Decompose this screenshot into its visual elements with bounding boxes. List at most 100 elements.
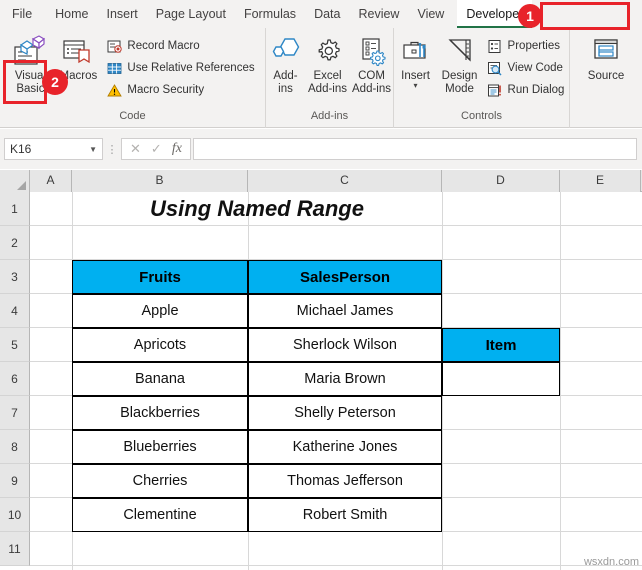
table-row[interactable]: Sherlock Wilson [248,328,442,362]
name-box[interactable]: K16 ▼ [4,138,103,160]
record-macro-icon [106,38,122,54]
select-all-corner[interactable] [0,170,30,192]
macro-security-button[interactable]: Macro Security [102,79,258,101]
cancel-icon[interactable]: ✕ [130,141,141,157]
view-code-icon [487,60,503,76]
warning-triangle-icon [106,82,122,98]
insert-function-icon[interactable]: fx [172,141,182,157]
table-row[interactable]: Michael James [248,294,442,328]
table-row[interactable]: Maria Brown [248,362,442,396]
row-header-3[interactable]: 3 [0,260,30,294]
source-label: Source [587,70,625,82]
column-header-b[interactable]: B [72,170,248,192]
table-row[interactable]: Thomas Jefferson [248,464,442,498]
use-relative-references-label: Use Relative References [127,62,255,74]
ribbon-group-addins: Add- ins Excel Add-ins COM Add-ins Add-i… [265,28,393,128]
use-relative-references-button[interactable]: Use Relative References [102,57,258,79]
excel-addins-button[interactable]: Excel Add-ins [306,31,350,96]
row-header-5[interactable]: 5 [0,328,30,362]
relative-references-icon [106,60,122,76]
tab-file[interactable]: File [0,0,46,28]
tab-view[interactable]: View [408,0,453,28]
macros-icon [61,34,95,68]
annotation-box-developer-tab [540,2,630,30]
record-macro-label: Record Macro [127,40,200,52]
row-header-1[interactable]: 1 [0,192,30,226]
tab-data[interactable]: Data [305,0,349,28]
column-header-c[interactable]: C [248,170,442,192]
table-row[interactable]: Katherine Jones [248,430,442,464]
row-header-6[interactable]: 6 [0,362,30,396]
properties-icon [487,38,503,54]
watermark: wsxdn.com [583,556,639,568]
table-row[interactable]: Clementine [72,498,248,532]
table-row[interactable]: Robert Smith [248,498,442,532]
insert-control-icon [400,34,432,68]
tab-formulas[interactable]: Formulas [235,0,305,28]
tab-review[interactable]: Review [349,0,408,28]
properties-button[interactable]: Properties [483,35,569,57]
com-addins-label-line2: Add-ins [352,83,391,95]
ribbon-group-controls: Insert ▾ Design Mode Properties View Cod… [393,28,569,128]
table-row[interactable]: Blackberries [72,396,248,430]
properties-label: Properties [507,40,560,52]
addins-label-line2: ins [278,83,293,95]
ribbon: Visual Basic Macros Record Macro Use Rel… [0,28,642,128]
excel-addins-label-line1: Excel [313,70,342,82]
table-row[interactable]: Blueberries [72,430,248,464]
name-box-chevron-down-icon[interactable]: ▼ [89,145,97,154]
table-header-salesperson: SalesPerson [248,260,442,294]
table-row[interactable]: Cherries [72,464,248,498]
table-row[interactable]: Apricots [72,328,248,362]
com-addins-icon [356,34,388,68]
group-label-code: Code [119,110,146,122]
row-header-10[interactable]: 10 [0,498,30,532]
cell-area: Using Named Range Fruits SalesPerson App… [30,192,642,570]
table-row[interactable]: Banana [72,362,248,396]
table-row[interactable]: Apple [72,294,248,328]
item-header-cell: Item [442,328,560,362]
column-header-e[interactable]: E [560,170,641,192]
row-header-4[interactable]: 4 [0,294,30,328]
column-headers: A B C D E [0,170,642,192]
controls-small-buttons: Properties View Code Run Dialog [483,31,569,101]
column-header-a[interactable]: A [30,170,72,192]
insert-control-button[interactable]: Insert ▾ [395,31,437,90]
name-box-value: K16 [10,142,32,156]
table-row[interactable]: Shelly Peterson [248,396,442,430]
run-dialog-label: Run Dialog [507,84,565,96]
run-dialog-button[interactable]: Run Dialog [483,79,569,101]
com-addins-button[interactable]: COM Add-ins [350,31,394,96]
item-value-cell[interactable] [442,362,560,396]
spreadsheet-grid: A B C D E 1 2 3 4 5 6 7 8 9 10 11 Using … [0,170,642,570]
enter-icon[interactable]: ✓ [151,141,162,157]
row-header-9[interactable]: 9 [0,464,30,498]
run-dialog-icon [487,82,503,98]
table-header-fruits: Fruits [72,260,248,294]
annotation-box-visual-basic [3,60,47,104]
design-mode-icon [444,34,476,68]
addins-button[interactable]: Add- ins [266,31,306,96]
tab-page-layout[interactable]: Page Layout [147,0,235,28]
tab-insert[interactable]: Insert [98,0,147,28]
design-mode-label-line1: Design [441,70,478,82]
formula-input[interactable] [192,138,637,160]
code-small-buttons: Record Macro Use Relative References Mac… [102,31,258,101]
group-label-addins: Add-ins [310,110,349,122]
design-mode-label-line2: Mode [445,83,474,95]
tab-home[interactable]: Home [46,0,97,28]
column-header-d[interactable]: D [442,170,560,192]
view-code-button[interactable]: View Code [483,57,569,79]
row-header-7[interactable]: 7 [0,396,30,430]
design-mode-button[interactable]: Design Mode [437,31,483,96]
formula-bar-buttons: ✕ ✓ fx [121,138,191,160]
row-header-2[interactable]: 2 [0,226,30,260]
formula-bar-separator: ⋮ [106,143,118,156]
chevron-down-icon[interactable]: ▾ [414,82,418,90]
record-macro-button[interactable]: Record Macro [102,35,258,57]
source-button[interactable]: Source [580,31,632,83]
source-icon [590,34,622,68]
row-header-11[interactable]: 11 [0,532,30,566]
macro-security-label: Macro Security [127,84,205,96]
row-header-8[interactable]: 8 [0,430,30,464]
